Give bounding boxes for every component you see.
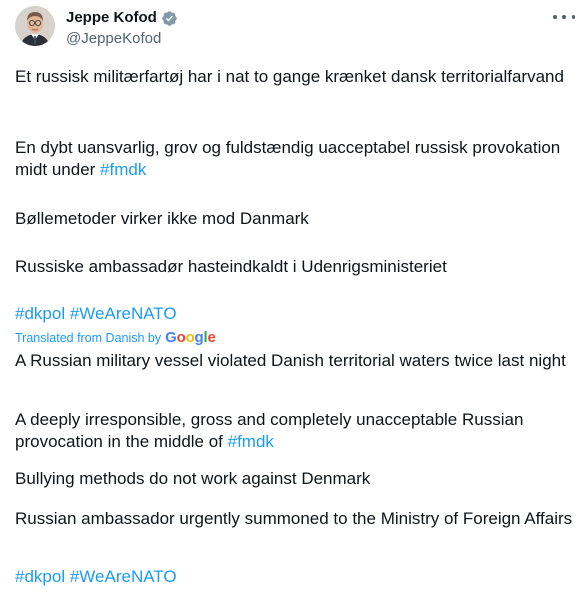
original-hashtags: #dkpol #WeAreNATO	[15, 303, 575, 325]
more-options-icon[interactable]	[553, 10, 575, 24]
display-name[interactable]: Jeppe Kofod	[66, 8, 157, 28]
name-row: Jeppe Kofod	[66, 8, 178, 28]
verified-badge-icon[interactable]	[161, 10, 178, 27]
avatar-photo	[15, 6, 55, 46]
translated-paragraph-2: A deeply irresponsible, gross and comple…	[15, 409, 575, 453]
more-dot	[562, 15, 566, 19]
translated-hashtags: #dkpol #WeAreNATO	[15, 566, 575, 588]
original-paragraph-2-text: En dybt uansvarlig, grov og fuldstændig …	[15, 138, 561, 179]
original-paragraph-2: En dybt uansvarlig, grov og fuldstændig …	[15, 137, 575, 181]
translation-attribution[interactable]: Translated from Danish by Google	[15, 330, 216, 346]
tweet: Jeppe Kofod @JeppeKofod Et russisk milit…	[0, 0, 583, 597]
translated-paragraph-1: A Russian military vessel violated Danis…	[15, 351, 566, 370]
author-block: Jeppe Kofod @JeppeKofod	[66, 8, 178, 49]
hashtag-fmdk-link[interactable]: #fmdk	[100, 160, 146, 179]
original-paragraph-4: Russiske ambassadør hasteindkaldt i Uden…	[15, 257, 447, 276]
translation-label: Translated from Danish by	[15, 331, 162, 345]
hashtag-wearenato-link[interactable]: #WeAreNATO	[70, 304, 177, 323]
original-paragraph-3: Bøllemetoder virker ikke mod Danmark	[15, 209, 309, 228]
translated-hashtag-wearenato-link[interactable]: #WeAreNATO	[70, 567, 177, 586]
more-dot	[571, 15, 575, 19]
original-paragraph-1: Et russisk militærfartøj har i nat to ga…	[15, 67, 564, 86]
google-logo: Google	[165, 329, 216, 346]
more-dot	[553, 15, 557, 19]
hashtag-dkpol-link[interactable]: #dkpol	[15, 304, 65, 323]
avatar[interactable]	[15, 6, 55, 46]
translated-paragraph-3: Bullying methods do not work against Den…	[15, 469, 371, 488]
handle[interactable]: @JeppeKofod	[66, 29, 178, 49]
translated-hashtag-dkpol-link[interactable]: #dkpol	[15, 567, 65, 586]
translated-hashtag-fmdk-link[interactable]: #fmdk	[228, 432, 274, 451]
translated-paragraph-4: Russian ambassador urgently summoned to …	[15, 509, 573, 528]
